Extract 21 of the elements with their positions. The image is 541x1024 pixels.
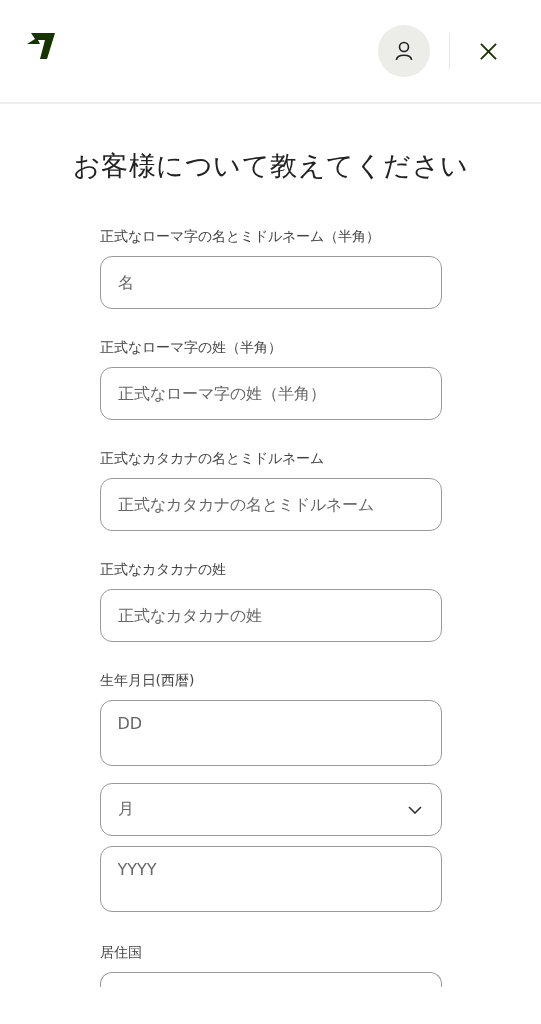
day-field[interactable]: DD bbox=[99, 700, 442, 766]
input-field[interactable]: 正式なカタカナの姓 bbox=[99, 589, 442, 642]
field-label: 正式なカタカナの姓 bbox=[99, 560, 227, 579]
input-field[interactable]: 正式なローマ字の姓（半角） bbox=[99, 367, 442, 420]
country-dropdown[interactable] bbox=[99, 972, 442, 987]
logo-icon[interactable] bbox=[27, 33, 55, 59]
field-label: 正式なローマ字の名とミドルネーム（半角） bbox=[99, 227, 381, 246]
input-field[interactable]: 正式なカタカナの名とミドルネーム bbox=[99, 478, 442, 531]
close-button[interactable] bbox=[480, 42, 497, 60]
field-label: 居住国 bbox=[99, 943, 143, 962]
chevron-down-icon bbox=[407, 805, 422, 814]
field-label: 正式なローマ字の姓（半角） bbox=[99, 338, 283, 357]
close-icon bbox=[480, 42, 497, 60]
account-button[interactable] bbox=[378, 25, 430, 77]
year-field[interactable]: YYYY bbox=[99, 846, 442, 912]
month-dropdown[interactable]: 月 bbox=[99, 783, 442, 836]
person-icon bbox=[395, 41, 413, 61]
input-field[interactable]: 名 bbox=[99, 256, 442, 309]
field-label: 生年月日(西暦) bbox=[99, 671, 196, 690]
page-title: お客様について教えてください bbox=[71, 149, 470, 183]
field-label: 正式なカタカナの名とミドルネーム bbox=[99, 449, 325, 468]
